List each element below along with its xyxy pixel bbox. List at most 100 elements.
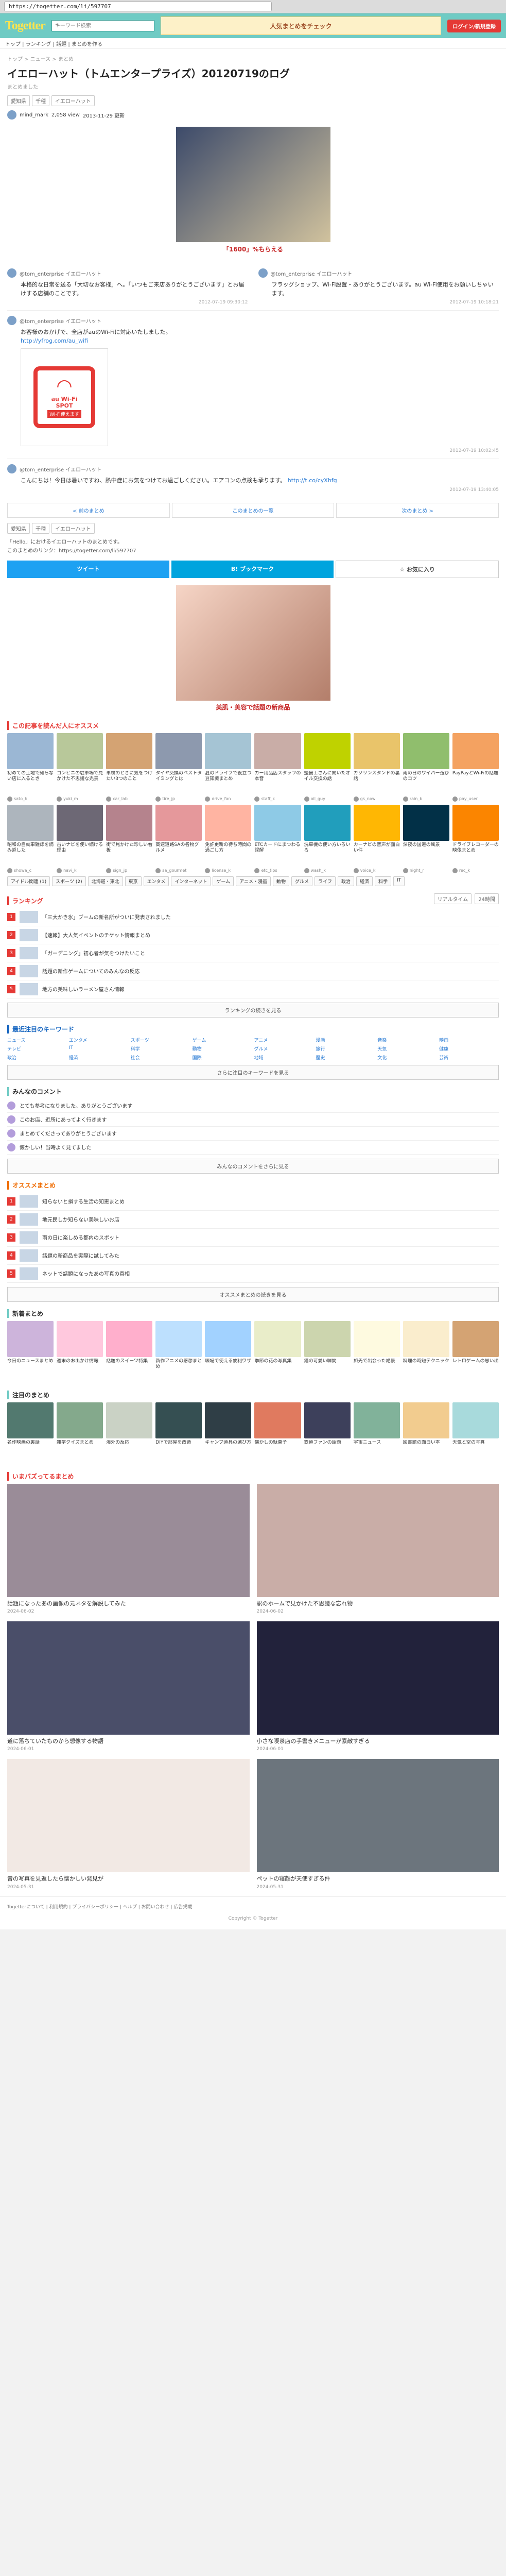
card-thumbnail[interactable] [205, 1402, 252, 1438]
card-user[interactable]: sign_jp [113, 868, 127, 873]
hot-card[interactable]: ペットの寝顔が天使すぎる件 2024-05-31 [256, 1759, 499, 1890]
tweet-user[interactable]: @tom_enterprise イエローハット [271, 269, 353, 277]
hot-card[interactable]: 話題になったあの画像の元ネタを解説してみた 2024-06-02 [7, 1483, 250, 1614]
card-thumbnail[interactable] [452, 804, 499, 841]
card-title[interactable]: カーナビの音声が面白い件 [354, 842, 400, 867]
card-title[interactable]: 今日のニュースまとめ [7, 1359, 54, 1383]
ad-banner[interactable]: 「1600」%もらえる [176, 127, 330, 256]
card-user[interactable]: staff_k [261, 796, 274, 801]
keyword-link[interactable]: スポーツ [131, 1037, 190, 1043]
ranking-row[interactable]: 5 地方の美味しいラーメン屋さん情報 [7, 980, 499, 998]
card-thumbnail[interactable] [353, 1402, 400, 1438]
card-thumbnail[interactable] [57, 1402, 103, 1438]
keyword-link[interactable]: アニメ [254, 1037, 314, 1043]
keyword-link[interactable]: 漫画 [316, 1037, 375, 1043]
keyword-link[interactable]: ニュース [7, 1037, 67, 1043]
card-thumbnail[interactable] [353, 1320, 400, 1357]
avatar[interactable] [7, 110, 16, 120]
breadcrumb[interactable]: トップ > ニュース > まとめ [7, 55, 499, 62]
card[interactable]: ETCカードにまつわる誤解 etc_tips [254, 804, 301, 873]
card-user[interactable]: pay_user [459, 796, 478, 801]
hot-card-image[interactable] [7, 1483, 250, 1597]
card-title[interactable]: 週末のお出かけ情報 [57, 1359, 103, 1383]
keyword-link[interactable]: 芸術 [439, 1054, 499, 1061]
card-thumbnail[interactable] [452, 733, 499, 769]
ranking-row[interactable]: 1 「三大かき氷」ブームの新名所がついに発表されました [7, 908, 499, 926]
category-chip[interactable]: 北海道・東北 [88, 876, 123, 886]
category-chip[interactable]: 経済 [356, 876, 373, 886]
card[interactable]: カー用品店スタッフの本音 staff_k [254, 733, 301, 802]
card-user[interactable]: voice_k [360, 868, 376, 873]
tweet-time[interactable]: 2012-07-19 10:02:45 [7, 448, 499, 453]
card-title[interactable]: 新作アニメの感想まとめ [155, 1359, 202, 1383]
row-title[interactable]: 【速報】大人気イベントのチケット情報まとめ [42, 931, 150, 939]
prev-button[interactable]: < 前のまとめ [7, 502, 170, 518]
hot-card-title[interactable]: ペットの寝顔が天使すぎる件 [257, 1875, 499, 1883]
card-title[interactable]: ドライブレコーダーの映像まとめ [452, 842, 499, 867]
card-thumbnail[interactable] [304, 804, 351, 841]
keyword-link[interactable]: 映画 [439, 1037, 499, 1043]
row-thumbnail[interactable] [20, 964, 38, 977]
category-chip[interactable]: エンタメ [143, 876, 169, 886]
avatar[interactable] [7, 1143, 15, 1151]
card-thumbnail[interactable] [155, 804, 202, 841]
card-title[interactable]: 雑学クイズまとめ [57, 1440, 103, 1465]
row-title[interactable]: 「三大かき氷」ブームの新名所がついに発表されました [42, 913, 171, 921]
card-thumbnail[interactable] [254, 1320, 301, 1357]
card-thumbnail[interactable] [353, 804, 400, 841]
recommend-more-button[interactable]: オススメまとめの続きを見る [7, 1286, 499, 1302]
card[interactable]: 図書館の面白い本 [403, 1402, 449, 1465]
keyword-link[interactable]: 政治 [7, 1054, 67, 1061]
card[interactable]: レトロゲームの思い出 [452, 1320, 499, 1383]
card-title[interactable]: 昭和の自動車雑誌を読み返した [7, 842, 54, 867]
card-title[interactable]: 宇宙ニュース [354, 1440, 400, 1465]
ranking-row[interactable]: 2 【速報】大人気イベントのチケット情報まとめ [7, 926, 499, 944]
avatar[interactable] [7, 464, 16, 473]
category-chip[interactable]: ゲーム [213, 876, 234, 886]
card[interactable]: 免許更新の待ち時間の過ごし方 license_k [205, 804, 252, 873]
card[interactable]: 雑学クイズまとめ [57, 1402, 103, 1465]
url-field[interactable]: https://togetter.com/li/597707 [4, 2, 272, 11]
card-thumbnail[interactable] [155, 1402, 202, 1438]
card[interactable]: ドライブレコーダーの映像まとめ rec_k [452, 804, 499, 873]
card-user[interactable]: car_lab [113, 796, 128, 801]
card[interactable]: 昭和の自動車雑誌を読み返した showa_c [7, 804, 54, 873]
card-title[interactable]: カー用品店スタッフの本音 [254, 771, 301, 795]
row-thumbnail[interactable] [20, 1231, 38, 1244]
card-user[interactable]: sato_k [14, 796, 27, 801]
card-thumbnail[interactable] [304, 733, 351, 769]
recommend-row[interactable]: 4 話題の新商品を実際に試してみた [7, 1247, 499, 1265]
card[interactable]: 職場で使える便利ワザ [205, 1320, 252, 1383]
tab-realtime[interactable]: リアルタイム [433, 893, 472, 904]
card-user[interactable]: wash_k [311, 868, 326, 873]
card-title[interactable]: キャンプ道具の選び方 [205, 1440, 251, 1465]
card[interactable]: DIYで部屋を改造 [155, 1402, 202, 1465]
card-title[interactable]: 雨の日のワイパー選びのコツ [403, 771, 449, 795]
keyword-link[interactable]: 国際 [193, 1054, 252, 1061]
tab-24h[interactable]: 24時間 [475, 893, 499, 904]
card-title[interactable]: レトロゲームの思い出 [452, 1359, 499, 1383]
tweet-user[interactable]: @tom_enterprise イエローハット [20, 317, 101, 325]
card-title[interactable]: ETCカードにまつわる誤解 [254, 842, 301, 867]
tweet-link[interactable]: http://yfrog.com/au_wifi [21, 337, 88, 344]
card[interactable]: 名作映画の裏話 [7, 1402, 54, 1465]
hot-card-image[interactable] [256, 1483, 499, 1597]
card-title[interactable]: 初めての土地で知らない店に入るとき [7, 771, 54, 795]
row-thumbnail[interactable] [20, 1267, 38, 1280]
category-chip[interactable]: インターネット [171, 876, 211, 886]
card-title[interactable]: 料理の時短テクニック [403, 1359, 449, 1383]
keyword-link[interactable]: テレビ [7, 1045, 67, 1052]
card[interactable]: 料理の時短テクニック [403, 1320, 449, 1383]
row-thumbnail[interactable] [20, 946, 38, 959]
card-thumbnail[interactable] [106, 804, 153, 841]
row-title[interactable]: 地元民しか知らない美味しいお店 [42, 1215, 119, 1223]
card-title[interactable]: 高速道路SAの名物グルメ [155, 842, 202, 867]
card[interactable]: 海外の反応 [106, 1402, 153, 1465]
card-thumbnail[interactable] [7, 804, 54, 841]
card[interactable]: 街で見かけた珍しい看板 sign_jp [106, 804, 153, 873]
card-user[interactable]: rain_k [410, 796, 422, 801]
keyword-link[interactable]: 歴史 [316, 1054, 375, 1061]
ranking-row[interactable]: 4 話題の新作ゲームについてのみんなの反応 [7, 962, 499, 980]
card-title[interactable]: 深夜の国道の風景 [403, 842, 449, 867]
hot-card[interactable]: 小さな喫茶店の手書きメニューが素敵すぎる 2024-06-01 [256, 1621, 499, 1752]
